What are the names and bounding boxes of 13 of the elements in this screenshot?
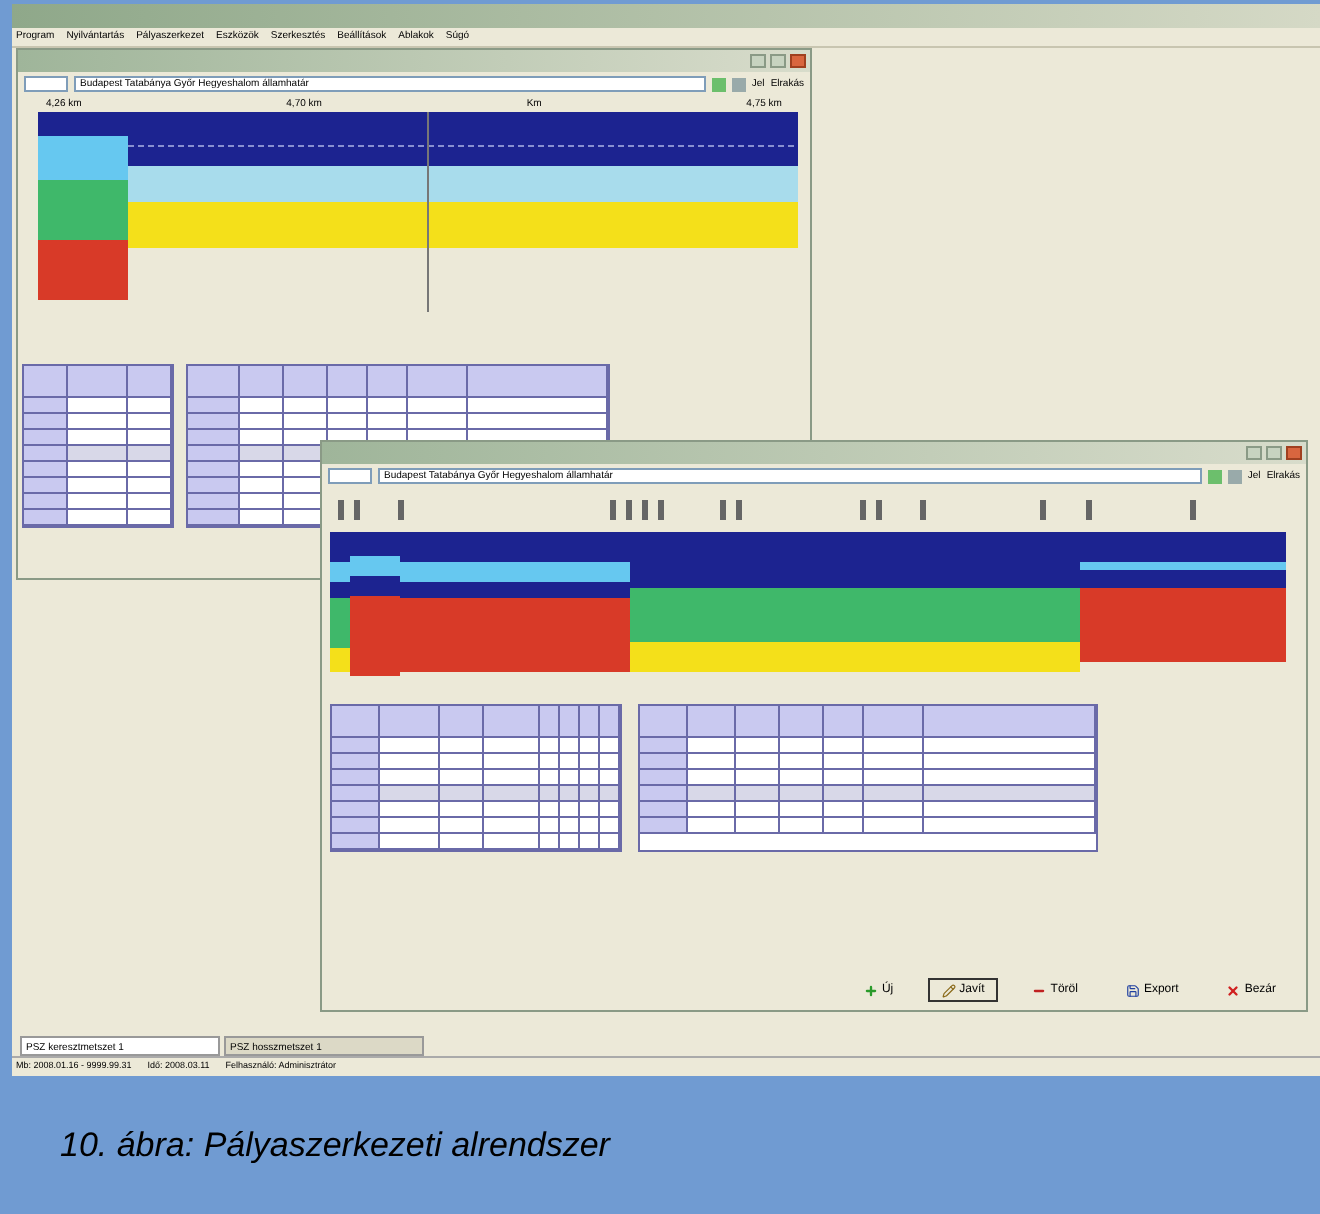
pencil-icon xyxy=(941,983,956,997)
maximize-button[interactable] xyxy=(1266,446,1282,460)
kind-dropdown[interactable] xyxy=(328,468,372,484)
kind-dropdown[interactable] xyxy=(24,76,68,92)
minimize-button[interactable] xyxy=(750,54,766,68)
maximize-button[interactable] xyxy=(770,54,786,68)
close-button[interactable] xyxy=(790,54,806,68)
close-button[interactable] xyxy=(1286,446,1302,460)
save-icon xyxy=(1125,983,1140,997)
minimize-button[interactable] xyxy=(1246,446,1262,460)
figure-caption: 10. ábra: Pályaszerkezeti alrendszer xyxy=(60,1123,610,1168)
plus-icon xyxy=(863,983,878,997)
close-icon xyxy=(1226,983,1241,997)
